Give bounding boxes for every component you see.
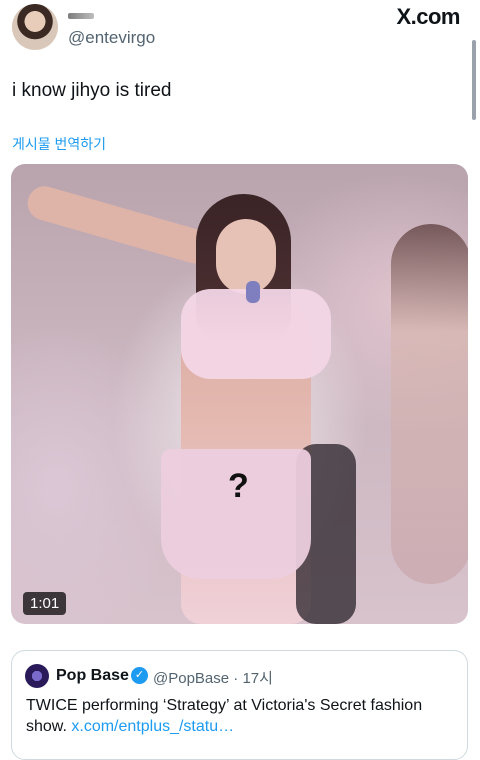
tweet-text: i know jihyo is tired (12, 80, 172, 101)
display-name-redacted[interactable] (68, 13, 94, 19)
background-dancer (391, 224, 468, 584)
quoted-meta: @PopBase · 17시 (153, 670, 273, 687)
author-handle[interactable]: @entevirgo (68, 28, 155, 48)
quoted-handle[interactable]: @PopBase (153, 670, 229, 687)
quoted-avatar[interactable] (25, 664, 49, 688)
performer-arm (23, 182, 216, 268)
scrollbar[interactable] (472, 40, 476, 120)
profile-avatar[interactable] (12, 4, 58, 50)
quoted-text: TWICE performing ‘Strategy’ at Victoria'… (26, 695, 456, 737)
quoted-tweet-card[interactable]: Pop Base ✓ @PopBase · 17시 TWICE performi… (11, 650, 468, 760)
translate-post-link[interactable]: 게시물 번역하기 (12, 134, 106, 154)
microphone (246, 281, 260, 303)
x-logo: X.com (396, 4, 460, 29)
verified-badge-icon: ✓ (131, 667, 148, 684)
question-mark-overlay: ? (228, 467, 249, 505)
quoted-link[interactable]: x.com/entplus_/statu… (71, 718, 234, 735)
quoted-author-name[interactable]: Pop Base (56, 667, 129, 685)
quoted-time[interactable]: 17시 (242, 670, 273, 687)
video-duration-badge: 1:01 (23, 592, 67, 615)
video-player[interactable]: ? 1:01 (11, 164, 468, 624)
